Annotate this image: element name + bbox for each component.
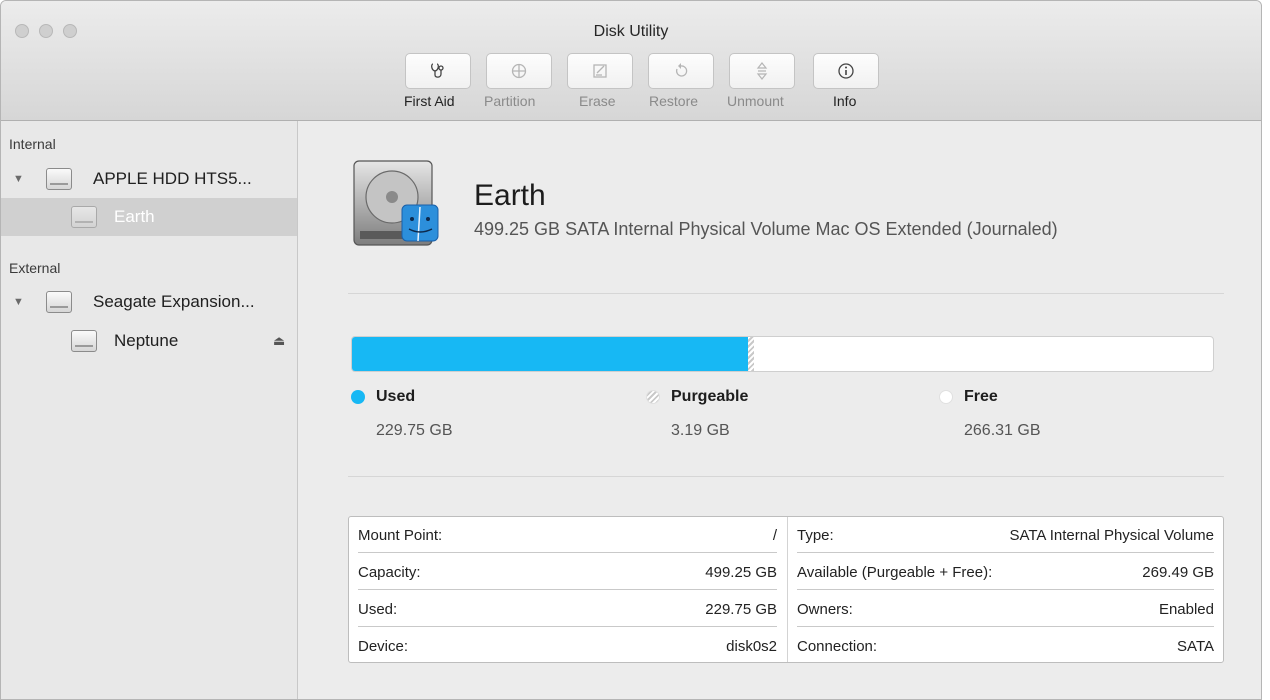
volume-icon: [71, 206, 97, 228]
erase-icon: [593, 64, 607, 78]
restore-label: Restore: [649, 93, 699, 109]
info-value: /: [772, 527, 777, 544]
info-value: Enabled: [1158, 601, 1214, 618]
info-value: 269.49 GB: [1142, 564, 1214, 581]
legend-used-label: Used: [376, 388, 416, 405]
sidebar-item-internal-disk[interactable]: ▼ APPLE HDD HTS5...: [1, 160, 297, 198]
info-row: Mount Point: /: [349, 517, 786, 553]
legend-free-value: 266.31 GB: [964, 422, 1041, 439]
legend-purgeable-label: Purgeable: [671, 388, 749, 405]
sidebar-item-external-disk[interactable]: ▼ Seagate Expansion...: [1, 283, 297, 321]
stethoscope-icon: [431, 63, 444, 78]
toolbar: Disk Utility First Aid Partition Erase R…: [1, 1, 1261, 121]
info-row: Used: 229.75 GB: [349, 591, 786, 627]
unmount-button[interactable]: [729, 53, 795, 89]
info-column-left: Mount Point: / Capacity: 499.25 GB Used:…: [349, 517, 786, 662]
first-aid-button[interactable]: [405, 53, 471, 89]
info-icon: [838, 63, 854, 79]
usage-bar: [351, 336, 1214, 372]
info-button[interactable]: [813, 53, 879, 89]
sidebar-item-label: Seagate Expansion...: [93, 292, 255, 311]
info-key: Owners:: [797, 601, 853, 618]
first-aid-label: First Aid: [404, 93, 455, 109]
sidebar-section-internal: Internal: [9, 136, 56, 152]
sidebar-item-label: Neptune: [114, 331, 179, 350]
info-key: Connection:: [797, 638, 878, 655]
unmount-icon: [756, 62, 768, 80]
hard-drive-icon: [353, 160, 439, 246]
purgeable-dot-icon: [646, 390, 660, 404]
info-label: Info: [833, 93, 857, 109]
info-row: Connection: SATA: [788, 628, 1223, 664]
erase-label: Erase: [579, 93, 616, 109]
info-column-right: Type: SATA Internal Physical Volume Avai…: [787, 517, 1223, 662]
used-dot-icon: [351, 390, 365, 404]
window-title: Disk Utility: [593, 23, 669, 40]
info-key: Capacity:: [358, 564, 421, 581]
restore-button[interactable]: [648, 53, 714, 89]
legend-free-label: Free: [964, 388, 998, 405]
main-pane: Earth 499.25 GB SATA Internal Physical V…: [298, 121, 1261, 699]
internal-disk-icon: [46, 168, 72, 190]
legend-purgeable-value: 3.19 GB: [671, 422, 730, 439]
sidebar-item-label: Earth: [114, 207, 155, 226]
unmount-label: Unmount: [727, 93, 784, 109]
erase-button[interactable]: [567, 53, 633, 89]
info-row: Owners: Enabled: [788, 591, 1223, 627]
info-row: Device: disk0s2: [349, 628, 786, 664]
partition-label: Partition: [484, 93, 536, 109]
divider: [348, 293, 1224, 294]
free-dot-icon: [939, 390, 953, 404]
info-value: 229.75 GB: [705, 601, 777, 618]
info-row: Available (Purgeable + Free): 269.49 GB: [788, 554, 1223, 590]
info-key: Device:: [358, 638, 409, 655]
eject-icon[interactable]: ⏏: [273, 333, 285, 349]
sidebar-item-neptune[interactable]: Neptune ⏏: [1, 322, 297, 360]
info-value: 499.25 GB: [705, 564, 777, 581]
info-row: Type: SATA Internal Physical Volume: [788, 517, 1223, 553]
info-key: Available (Purgeable + Free):: [797, 564, 993, 581]
volume-icon: [71, 330, 97, 352]
info-row: Capacity: 499.25 GB: [349, 554, 786, 590]
info-value: SATA Internal Physical Volume: [1009, 527, 1214, 544]
restore-icon: [675, 63, 688, 77]
volume-description: 499.25 GB SATA Internal Physical Volume …: [474, 219, 1058, 239]
disk-utility-window: Disk Utility First Aid Partition Erase R…: [0, 0, 1262, 700]
divider: [348, 476, 1224, 477]
legend-used-value: 229.75 GB: [376, 422, 453, 439]
external-disk-icon: [46, 291, 72, 313]
info-table: Mount Point: / Capacity: 499.25 GB Used:…: [348, 516, 1224, 663]
sidebar-item-earth[interactable]: Earth: [1, 198, 297, 236]
info-key: Type:: [797, 527, 834, 544]
sidebar-item-label: APPLE HDD HTS5...: [93, 169, 252, 188]
volume-name: Earth: [474, 179, 546, 212]
info-key: Used:: [358, 601, 398, 618]
disclosure-triangle-icon[interactable]: ▼: [13, 173, 24, 185]
sidebar: Internal ▼ APPLE HDD HTS5... Earth Exter…: [1, 121, 298, 699]
partition-button[interactable]: [486, 53, 552, 89]
info-key: Mount Point:: [358, 527, 443, 544]
usage-bar-used: [352, 337, 749, 371]
info-value: disk0s2: [726, 638, 777, 655]
usage-bar-purgeable: [748, 337, 754, 371]
sidebar-section-external: External: [9, 260, 61, 276]
partition-icon: [511, 63, 527, 79]
disclosure-triangle-icon[interactable]: ▼: [13, 296, 24, 308]
info-value: SATA: [1177, 638, 1214, 655]
